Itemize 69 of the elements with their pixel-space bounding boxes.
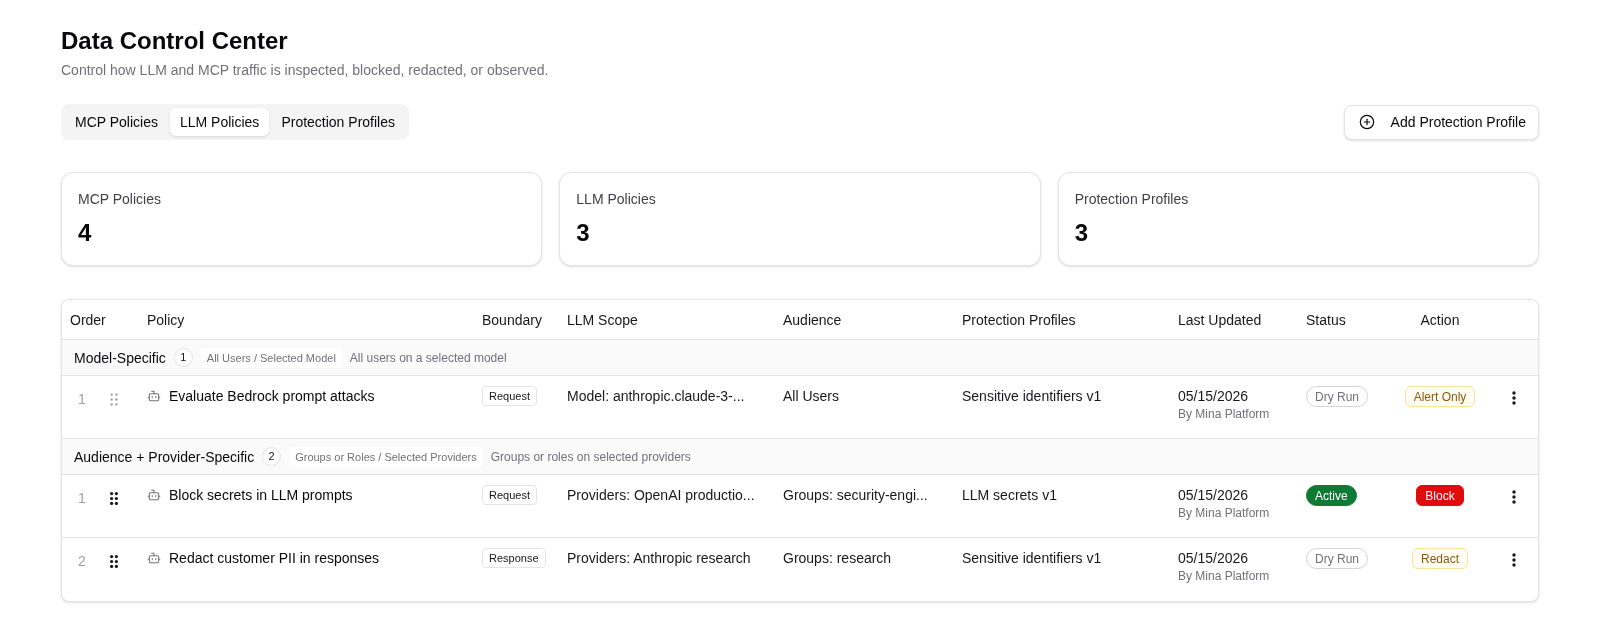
kebab-menu-icon <box>1511 490 1516 504</box>
column-header: Action <box>1420 310 1460 330</box>
group-count: 1 <box>173 348 193 367</box>
policy-name[interactable]: Block secrets in LLM prompts <box>169 485 353 505</box>
column-header: Last Updated <box>1178 310 1262 330</box>
add-protection-profile-button[interactable]: Add Protection Profile <box>1343 104 1539 140</box>
table-cell-text: Groups: research <box>783 549 892 568</box>
kebab-menu-icon <box>1511 553 1516 567</box>
robot-icon <box>147 389 161 403</box>
tab[interactable]: MCP Policies <box>65 108 168 136</box>
tab[interactable]: Protection Profiles <box>271 108 405 136</box>
robot-icon <box>147 488 161 502</box>
table-cell-text: Sensitive identifiers v1 <box>962 549 1102 568</box>
stat-label: LLM Policies <box>576 190 656 209</box>
status-badge: Dry Run <box>1306 548 1368 569</box>
order-number: 1 <box>78 390 86 409</box>
action-badge: Redact <box>1412 548 1468 569</box>
updated-by: By Mina Platform <box>1178 505 1270 521</box>
drag-handle-icon[interactable] <box>109 392 118 406</box>
status-badge: Dry Run <box>1306 386 1368 407</box>
table-cell-text: Sensitive identifiers v1 <box>962 387 1102 406</box>
robot-icon <box>147 551 161 565</box>
column-header: LLM Scope <box>567 310 638 330</box>
group-description: All users on a selected model <box>349 349 507 366</box>
action-badge: Alert Only <box>1404 386 1476 407</box>
order-number: 2 <box>78 552 86 571</box>
updated-date: 05/15/2026 <box>1178 387 1249 406</box>
table-cell-text: Model: anthropic.claude-3-... <box>567 387 745 406</box>
column-header: Order <box>70 310 106 330</box>
order-number: 1 <box>78 489 86 508</box>
page-subtitle: Control how LLM and MCP traffic is inspected, blocked, redacted, or observed. <box>61 61 549 80</box>
kebab-menu-icon <box>1511 391 1516 405</box>
table-cell-text: Groups: security-engi... <box>783 486 928 505</box>
updated-by: By Mina Platform <box>1178 406 1270 422</box>
group-name: Model-Specific <box>74 348 166 368</box>
updated-date: 05/15/2026 <box>1178 486 1249 505</box>
table-cell-text: LLM secrets v1 <box>962 486 1057 505</box>
group-scope-tag: Groups or Roles / Selected Providers <box>289 446 483 467</box>
updated-date: 05/15/2026 <box>1178 549 1249 568</box>
table-cell-text: All Users <box>783 387 839 406</box>
column-header: Policy <box>147 310 185 330</box>
table-cell-text: Providers: OpenAI productio... <box>567 486 755 505</box>
tab[interactable]: LLM Policies <box>170 108 270 136</box>
boundary-tag: Request <box>482 485 537 505</box>
group-description: Groups or roles on selected providers <box>490 448 691 465</box>
drag-handle-icon[interactable] <box>109 554 118 568</box>
policy-name[interactable]: Redact customer PII in responses <box>169 548 380 568</box>
stat-value: 4 <box>78 218 92 248</box>
policy-name[interactable]: Evaluate Bedrock prompt attacks <box>169 386 375 406</box>
stat-value: 3 <box>1074 218 1088 248</box>
plus-circle-icon <box>1358 114 1375 130</box>
stat-label: Protection Profiles <box>1074 190 1189 209</box>
column-header: Protection Profiles <box>962 310 1076 330</box>
column-header: Status <box>1306 310 1346 330</box>
page-title: Data Control Center <box>61 26 288 56</box>
stat-value: 3 <box>576 218 590 248</box>
action-badge: Block <box>1416 485 1464 506</box>
column-header: Audience <box>783 310 842 330</box>
group-scope-tag: All Users / Selected Model <box>200 347 342 368</box>
updated-by: By Mina Platform <box>1178 568 1270 584</box>
boundary-tag: Response <box>482 548 546 568</box>
table-cell-text: Providers: Anthropic research <box>567 549 751 568</box>
boundary-tag: Request <box>482 386 537 406</box>
drag-handle-icon[interactable] <box>109 491 118 505</box>
status-badge: Active <box>1306 485 1357 506</box>
group-name: Audience + Provider-Specific <box>74 447 255 467</box>
stat-label: MCP Policies <box>78 190 161 209</box>
group-count: 2 <box>262 447 282 466</box>
column-header: Boundary <box>482 310 542 330</box>
